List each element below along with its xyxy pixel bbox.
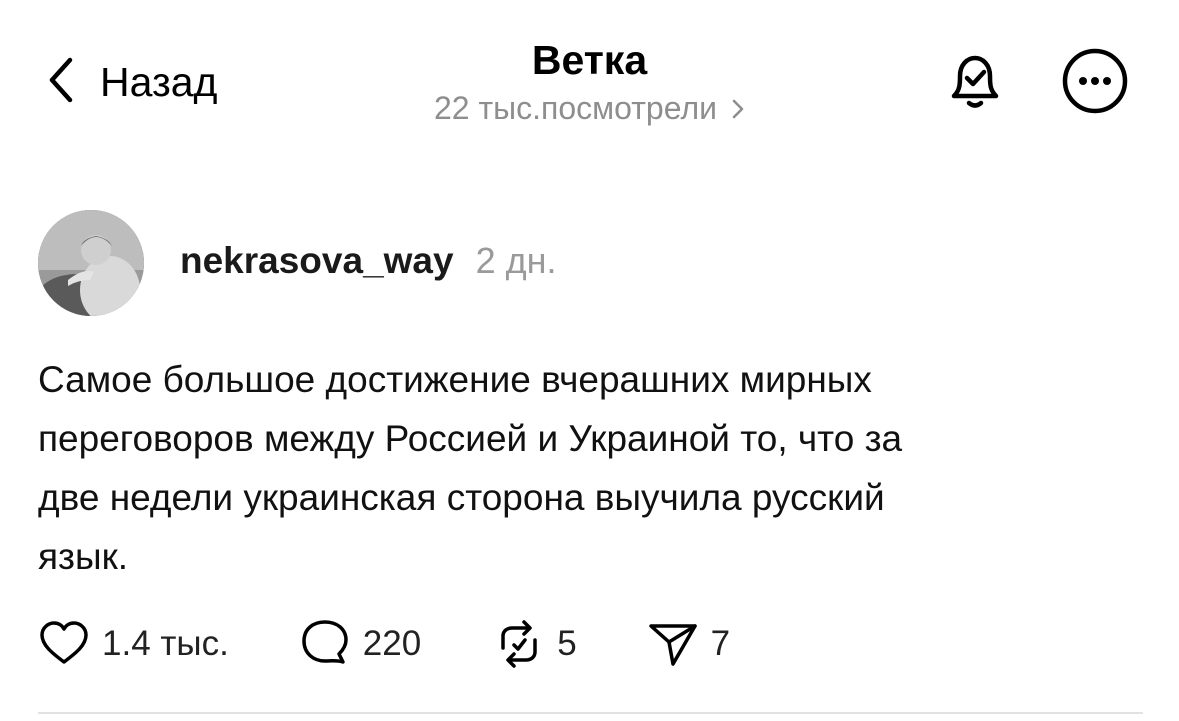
repost-icon xyxy=(501,620,537,668)
post-text-line: язык. xyxy=(38,536,129,577)
post-text-line: Самое большое достижение вчерашних мирны… xyxy=(38,359,872,400)
send-icon xyxy=(648,624,697,666)
avatar[interactable] xyxy=(38,210,144,316)
post-actions: 1.4 тыс. 220 5 7 xyxy=(38,618,730,670)
views-link[interactable]: 22 тыс.посмотрели xyxy=(434,90,745,127)
post-text: Самое большое достижение вчерашних мирны… xyxy=(38,350,1128,586)
views-count: 22 тыс.посмотрели xyxy=(434,90,717,126)
repost-button[interactable]: 5 xyxy=(493,618,577,670)
like-button[interactable]: 1.4 тыс. xyxy=(38,618,229,670)
author-row: nekrasova_way 2 дн. xyxy=(180,240,557,282)
share-count: 7 xyxy=(710,624,731,663)
repost-count: 5 xyxy=(557,624,577,663)
username[interactable]: nekrasova_way xyxy=(180,240,454,282)
avatar-image xyxy=(38,210,144,316)
comment-icon xyxy=(302,620,348,664)
bell-check-icon xyxy=(951,55,999,108)
more-button[interactable] xyxy=(1060,46,1130,116)
post-text-line: две недели украинская сторона выучила ру… xyxy=(38,477,885,518)
post-text-line: переговоров между Россией и Украиной то,… xyxy=(38,418,903,459)
chevron-right-icon xyxy=(732,99,744,118)
like-count: 1.4 тыс. xyxy=(102,624,229,663)
divider xyxy=(38,712,1143,714)
notifications-button[interactable] xyxy=(940,46,1010,116)
more-icon xyxy=(1062,48,1128,114)
post-time: 2 дн. xyxy=(475,240,557,281)
comment-button[interactable]: 220 xyxy=(299,618,421,670)
comment-count: 220 xyxy=(362,624,422,663)
header: Назад Ветка 22 тыс.посмотрели xyxy=(0,0,1179,150)
share-button[interactable]: 7 xyxy=(647,618,730,670)
heart-icon xyxy=(40,621,88,664)
